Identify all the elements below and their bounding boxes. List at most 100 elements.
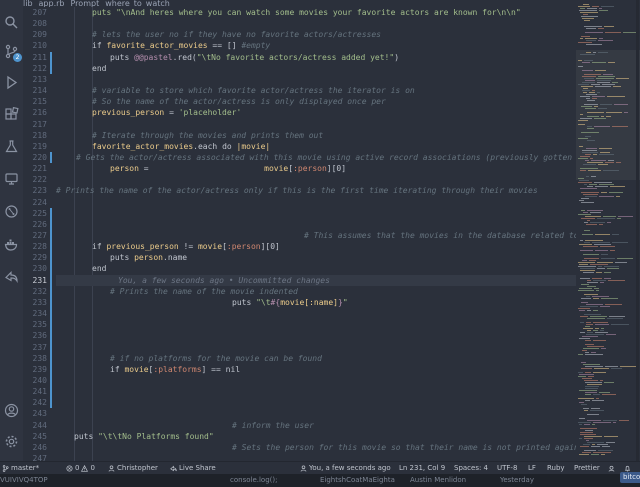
code-line[interactable] bbox=[56, 119, 576, 130]
code-line[interactable]: if previous_person != movie[:person][0] bbox=[56, 241, 576, 252]
line-number[interactable]: 244 bbox=[23, 420, 47, 431]
code-line[interactable]: end bbox=[56, 63, 576, 74]
line-number[interactable]: 223 bbox=[23, 185, 47, 196]
line-number[interactable]: 216 bbox=[23, 107, 47, 118]
minimap-line bbox=[589, 184, 597, 185]
line-number[interactable]: 224 bbox=[23, 197, 47, 208]
line-number[interactable]: 210 bbox=[23, 40, 47, 51]
code-line[interactable] bbox=[56, 342, 576, 353]
line-number[interactable]: 227 bbox=[23, 230, 47, 241]
line-number[interactable]: 217 bbox=[23, 119, 47, 130]
code-line[interactable]: You, a few seconds ago • Uncommitted cha… bbox=[56, 275, 576, 286]
vertical-scrollbar[interactable] bbox=[636, 0, 639, 461]
line-number[interactable]: 213 bbox=[23, 74, 47, 85]
testing-button[interactable] bbox=[3, 138, 20, 155]
code-line[interactable]: # Prints the name of the actor/actress o… bbox=[56, 185, 576, 196]
line-number[interactable]: 229 bbox=[23, 252, 47, 263]
line-number[interactable]: 228 bbox=[23, 241, 47, 252]
line-number[interactable]: 232 bbox=[23, 286, 47, 297]
line-number[interactable]: 222 bbox=[23, 174, 47, 185]
line-number[interactable]: 236 bbox=[23, 330, 47, 341]
code-line[interactable]: puts person.name bbox=[56, 252, 576, 263]
minimap[interactable] bbox=[576, 0, 640, 461]
line-number[interactable]: 226 bbox=[23, 219, 47, 230]
code-line[interactable] bbox=[56, 219, 576, 230]
run-debug-button[interactable] bbox=[3, 74, 20, 91]
docker-button[interactable] bbox=[3, 236, 20, 253]
code-line[interactable] bbox=[56, 208, 576, 219]
live-share-button[interactable] bbox=[3, 268, 20, 285]
code-line[interactable]: # So the name of the actor/actress is on… bbox=[56, 96, 576, 107]
code-line[interactable]: puts "\nAnd heres where you can watch so… bbox=[56, 7, 576, 18]
account-button[interactable] bbox=[3, 402, 20, 419]
breadcrumb-item-where-to-watch[interactable]: where_to_watch bbox=[105, 0, 170, 7]
breadcrumb-item-app-rb[interactable]: app.rb bbox=[39, 0, 65, 7]
breadcrumb-item-prompt[interactable]: Prompt bbox=[71, 0, 100, 7]
code-line[interactable]: # This assumes that the movies in the da… bbox=[56, 230, 576, 241]
code-line[interactable]: puts @@pastel.red("\tNo favorite actors/… bbox=[56, 52, 576, 63]
code-line[interactable]: # Prints the name of the movie indented bbox=[56, 286, 576, 297]
line-number[interactable]: 219 bbox=[23, 141, 47, 152]
line-number[interactable]: 211 bbox=[23, 52, 47, 63]
line-number[interactable]: 241 bbox=[23, 386, 47, 397]
line-number[interactable]: 242 bbox=[23, 397, 47, 408]
line-number[interactable]: 234 bbox=[23, 308, 47, 319]
code-line[interactable] bbox=[56, 397, 576, 408]
code-line[interactable] bbox=[56, 197, 576, 208]
code-line[interactable]: puts "\t\tNo Platforms found" bbox=[56, 431, 576, 442]
code-line[interactable] bbox=[56, 308, 576, 319]
settings-gear-button[interactable] bbox=[3, 433, 20, 450]
line-number[interactable]: 209 bbox=[23, 29, 47, 40]
code-line[interactable] bbox=[56, 408, 576, 419]
line-number[interactable]: 218 bbox=[23, 130, 47, 141]
source-control-button[interactable]: 2 bbox=[3, 43, 22, 62]
search-button[interactable] bbox=[3, 14, 20, 31]
code-editor[interactable]: puts "\nAnd heres where you can watch so… bbox=[56, 7, 576, 461]
code-line[interactable]: if movie[:platforms] == nil bbox=[56, 364, 576, 375]
code-line[interactable] bbox=[56, 330, 576, 341]
line-number[interactable]: 246 bbox=[23, 442, 47, 453]
code-line[interactable] bbox=[56, 375, 576, 386]
code-line[interactable]: favorite_actor_movies.each do |movie| bbox=[56, 141, 576, 152]
code-line[interactable] bbox=[56, 386, 576, 397]
line-number[interactable]: 215 bbox=[23, 96, 47, 107]
line-number[interactable]: 220 bbox=[23, 152, 47, 163]
code-line[interactable] bbox=[56, 174, 576, 185]
code-line[interactable]: previous_person = 'placeholder' bbox=[56, 107, 576, 118]
code-line[interactable] bbox=[56, 319, 576, 330]
line-number[interactable]: 240 bbox=[23, 375, 47, 386]
breadcrumb-item-lib[interactable]: lib bbox=[23, 0, 33, 7]
line-number[interactable]: 237 bbox=[23, 342, 47, 353]
line-number[interactable]: 238 bbox=[23, 353, 47, 364]
code-line[interactable] bbox=[56, 74, 576, 85]
line-number[interactable]: 214 bbox=[23, 85, 47, 96]
code-line[interactable]: # if no platforms for the movie can be f… bbox=[56, 353, 576, 364]
code-line[interactable]: # variable to store which favorite actor… bbox=[56, 85, 576, 96]
line-number[interactable]: 245 bbox=[23, 431, 47, 442]
line-number[interactable]: 231 bbox=[23, 275, 47, 286]
code-line[interactable]: puts "\t#{movie[:name]}" bbox=[56, 297, 576, 308]
code-line[interactable]: if favorite_actor_movies == [] #empty bbox=[56, 40, 576, 51]
line-number[interactable]: 225 bbox=[23, 208, 47, 219]
code-line[interactable]: # Sets the person for this movie so that… bbox=[56, 442, 576, 453]
line-number[interactable]: 233 bbox=[23, 297, 47, 308]
line-number[interactable]: 230 bbox=[23, 263, 47, 274]
line-number[interactable]: 212 bbox=[23, 63, 47, 74]
code-line[interactable]: # Iterate through the movies and prints … bbox=[56, 130, 576, 141]
code-line[interactable]: end bbox=[56, 263, 576, 274]
remote-explorer-button[interactable] bbox=[3, 170, 20, 187]
git-graph-button[interactable] bbox=[3, 203, 20, 220]
line-number[interactable]: 243 bbox=[23, 408, 47, 419]
line-number[interactable]: 208 bbox=[23, 18, 47, 29]
line-number[interactable]: 221 bbox=[23, 163, 47, 174]
code-line[interactable] bbox=[56, 18, 576, 29]
code-line[interactable] bbox=[56, 453, 576, 461]
code-line[interactable]: # lets the user no if they have no favor… bbox=[56, 29, 576, 40]
line-number[interactable]: 207 bbox=[23, 7, 47, 18]
extensions-button[interactable] bbox=[3, 106, 20, 123]
code-line[interactable]: # Gets the actor/actress associated with… bbox=[56, 152, 576, 163]
code-line[interactable]: person = movie[:person][0] bbox=[56, 163, 576, 174]
line-number[interactable]: 239 bbox=[23, 364, 47, 375]
line-number[interactable]: 235 bbox=[23, 319, 47, 330]
code-line[interactable]: # inform the user bbox=[56, 420, 576, 431]
